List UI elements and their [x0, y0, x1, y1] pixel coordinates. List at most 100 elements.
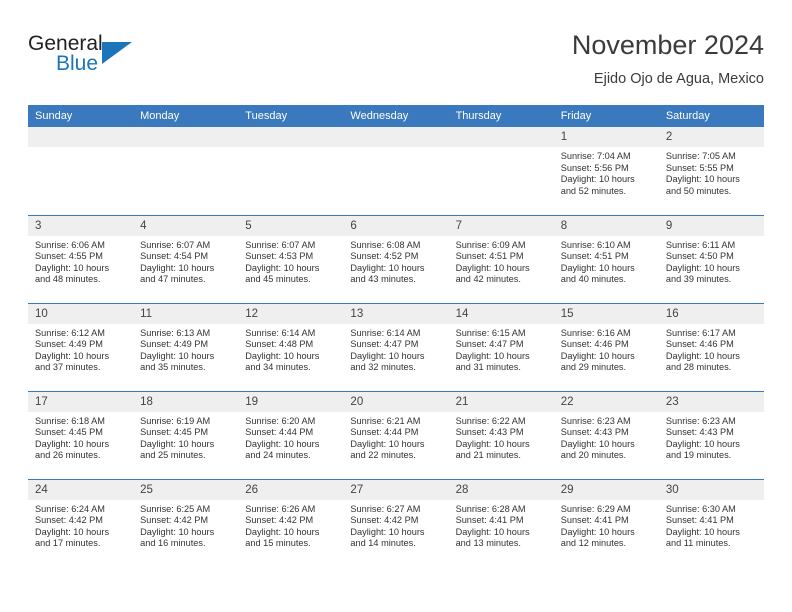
calendar-day-cell[interactable]: 24 Sunrise: 6:24 AM Sunset: 4:42 PM Dayligh…	[28, 478, 134, 567]
page-title: November 2024	[571, 30, 764, 60]
calendar-day-cell[interactable]: 21 Sunrise: 6:22 AM Sunset: 4:43 PM Dayligh…	[448, 390, 554, 479]
day-details: Sunrise: 6:22 AM Sunset: 4:43 PM Daylight:…	[449, 412, 554, 462]
calendar-day-cell[interactable]: 1 Sunrise: 7:04 AM Sunset: 5:56 PM Daylight…	[553, 127, 659, 215]
calendar-day-cell[interactable]: 2 Sunrise: 7:05 AM Sunset: 5:55 PM Daylight…	[658, 127, 764, 215]
day-number: 29	[553, 479, 659, 500]
daylight-text: Daylight: 10 hours and 31 minutes.	[455, 350, 530, 373]
daylight-text: Daylight: 10 hours and 28 minutes.	[665, 350, 740, 373]
day-details: Sunrise: 6:29 AM Sunset: 4:41 PM Daylight:…	[554, 500, 659, 550]
day-number: 13	[343, 303, 449, 324]
day-number: 17	[28, 391, 134, 412]
day-number: 18	[133, 391, 239, 412]
sunset-text: Sunset: 5:56 PM	[560, 162, 629, 173]
sunset-text: Sunset: 4:54 PM	[140, 251, 209, 262]
calendar-day-cell[interactable]: 25 Sunrise: 6:25 AM Sunset: 4:42 PM Dayligh…	[133, 478, 239, 567]
day-number: 5	[238, 215, 344, 236]
day-details: Sunrise: 6:19 AM Sunset: 4:45 PM Daylight:…	[133, 412, 238, 462]
daylight-text: Daylight: 10 hours and 52 minutes.	[560, 174, 635, 196]
daylight-text: Daylight: 10 hours and 13 minutes.	[455, 526, 530, 549]
day-details: Sunrise: 6:26 AM Sunset: 4:42 PM Daylight:…	[238, 500, 343, 550]
calendar-body: 1 Sunrise: 7:04 AM Sunset: 5:56 PM Daylight…	[28, 127, 764, 567]
sunrise-text: Sunrise: 6:23 AM	[560, 415, 631, 426]
calendar-day-cell[interactable]: 30 Sunrise: 6:30 AM Sunset: 4:41 PM Dayligh…	[658, 478, 764, 567]
daylight-text: Daylight: 10 hours and 37 minutes.	[35, 350, 110, 373]
day-number: 10	[28, 303, 134, 324]
daylight-text: Daylight: 10 hours and 26 minutes.	[35, 438, 110, 461]
day-details: Sunrise: 6:16 AM Sunset: 4:46 PM Daylight:…	[554, 324, 659, 374]
day-details: Sunrise: 6:28 AM Sunset: 4:41 PM Daylight:…	[449, 500, 554, 550]
sunrise-text: Sunrise: 6:14 AM	[245, 327, 316, 338]
day-number	[343, 127, 449, 147]
sunrise-text: Sunrise: 6:11 AM	[665, 239, 736, 250]
calendar-day-cell[interactable]: 27 Sunrise: 6:27 AM Sunset: 4:42 PM Dayligh…	[343, 478, 449, 567]
sunrise-text: Sunrise: 6:14 AM	[350, 327, 421, 338]
day-number: 15	[553, 303, 659, 324]
calendar-day-cell[interactable]: 20 Sunrise: 6:21 AM Sunset: 4:44 PM Dayligh…	[343, 390, 449, 479]
calendar-day-cell[interactable]: 11 Sunrise: 6:13 AM Sunset: 4:49 PM Dayligh…	[133, 302, 239, 391]
day-number: 25	[133, 479, 239, 500]
title-block: November 2024 Ejido Ojo de Agua, Mexico	[572, 28, 764, 90]
daylight-text: Daylight: 10 hours and 34 minutes.	[245, 350, 320, 373]
day-details: Sunrise: 6:06 AM Sunset: 4:55 PM Daylight:…	[28, 236, 133, 286]
calendar-day-cell[interactable]: 13 Sunrise: 6:14 AM Sunset: 4:47 PM Dayligh…	[343, 302, 449, 391]
sunrise-text: Sunrise: 6:27 AM	[350, 503, 421, 514]
weekday-header-tuesday: Tuesday	[238, 105, 344, 127]
calendar-day-cell[interactable]: 22 Sunrise: 6:23 AM Sunset: 4:43 PM Dayligh…	[553, 390, 659, 479]
calendar-day-cell[interactable]: 10 Sunrise: 6:12 AM Sunset: 4:49 PM Dayligh…	[28, 302, 134, 391]
daylight-text: Daylight: 10 hours and 24 minutes.	[245, 438, 320, 461]
daylight-text: Daylight: 10 hours and 22 minutes.	[350, 438, 425, 461]
sunset-text: Sunset: 4:43 PM	[455, 427, 524, 438]
daylight-text: Daylight: 10 hours and 48 minutes.	[35, 262, 110, 285]
daylight-text: Daylight: 10 hours and 15 minutes.	[245, 526, 320, 549]
calendar-day-cell[interactable]: 15 Sunrise: 6:16 AM Sunset: 4:46 PM Dayligh…	[553, 302, 659, 391]
day-details: Sunrise: 6:07 AM Sunset: 4:54 PM Daylight:…	[133, 236, 238, 286]
day-details: Sunrise: 6:11 AM Sunset: 4:50 PM Daylight:…	[659, 236, 764, 286]
day-number	[448, 127, 554, 147]
daylight-text: Daylight: 10 hours and 45 minutes.	[245, 262, 320, 285]
daylight-text: Daylight: 10 hours and 35 minutes.	[140, 350, 215, 373]
sunset-text: Sunset: 4:47 PM	[350, 339, 419, 350]
calendar-day-cell[interactable]: 8 Sunrise: 6:10 AM Sunset: 4:51 PM Daylight…	[553, 214, 659, 303]
calendar-day-cell[interactable]: 7 Sunrise: 6:09 AM Sunset: 4:51 PM Daylight…	[448, 214, 554, 303]
calendar-day-cell[interactable]: 3 Sunrise: 6:06 AM Sunset: 4:55 PM Daylight…	[28, 214, 134, 303]
calendar-day-cell[interactable]: 4 Sunrise: 6:07 AM Sunset: 4:54 PM Daylight…	[133, 214, 239, 303]
day-details: Sunrise: 6:07 AM Sunset: 4:53 PM Daylight:…	[238, 236, 343, 286]
calendar-page: General Blue November 2024 Ejido Ojo de …	[0, 0, 792, 612]
sunrise-text: Sunrise: 7:04 AM	[560, 151, 631, 161]
day-details: Sunrise: 6:08 AM Sunset: 4:52 PM Daylight:…	[343, 236, 448, 286]
daylight-text: Daylight: 10 hours and 16 minutes.	[140, 526, 215, 549]
calendar-day-cell[interactable]: 28 Sunrise: 6:28 AM Sunset: 4:41 PM Dayligh…	[448, 478, 554, 567]
daylight-text: Daylight: 10 hours and 29 minutes.	[560, 350, 635, 373]
calendar-weekday-header: Sunday Monday Tuesday Wednesday Thursday…	[28, 105, 764, 127]
sunset-text: Sunset: 4:42 PM	[35, 515, 103, 526]
sunset-text: Sunset: 4:55 PM	[35, 251, 103, 262]
day-number: 2	[658, 127, 764, 147]
daylight-text: Daylight: 10 hours and 32 minutes.	[350, 350, 425, 373]
calendar-day-cell[interactable]: 6 Sunrise: 6:08 AM Sunset: 4:52 PM Daylight…	[343, 214, 449, 303]
calendar-day-cell[interactable]: 16 Sunrise: 6:17 AM Sunset: 4:46 PM Dayligh…	[658, 302, 764, 391]
calendar-day-cell[interactable]: 23 Sunrise: 6:23 AM Sunset: 4:43 PM Dayligh…	[658, 390, 764, 479]
daylight-text: Daylight: 10 hours and 20 minutes.	[560, 438, 635, 461]
daylight-text: Daylight: 10 hours and 47 minutes.	[140, 262, 215, 285]
calendar-day-cell[interactable]: 26 Sunrise: 6:26 AM Sunset: 4:42 PM Dayligh…	[238, 478, 344, 567]
calendar-day-cell[interactable]: 14 Sunrise: 6:15 AM Sunset: 4:47 PM Dayligh…	[448, 302, 554, 391]
calendar-day-cell[interactable]: 29 Sunrise: 6:29 AM Sunset: 4:41 PM Dayligh…	[553, 478, 659, 567]
calendar-day-cell[interactable]: 12 Sunrise: 6:14 AM Sunset: 4:48 PM Dayligh…	[238, 302, 344, 391]
calendar-day-cell[interactable]: 17 Sunrise: 6:18 AM Sunset: 4:45 PM Dayligh…	[28, 390, 134, 479]
sunrise-text: Sunrise: 6:06 AM	[35, 239, 105, 250]
daylight-text: Daylight: 10 hours and 40 minutes.	[560, 262, 635, 285]
calendar-day-cell[interactable]: 5 Sunrise: 6:07 AM Sunset: 4:53 PM Daylight…	[238, 214, 344, 303]
general-blue-logo[interactable]: General Blue	[28, 32, 208, 86]
calendar-day-cell[interactable]: 19 Sunrise: 6:20 AM Sunset: 4:44 PM Dayligh…	[238, 390, 344, 479]
sunrise-text: Sunrise: 6:10 AM	[560, 239, 631, 250]
sunrise-text: Sunrise: 6:17 AM	[665, 327, 736, 338]
day-details: Sunrise: 6:25 AM Sunset: 4:42 PM Daylight:…	[133, 500, 238, 550]
calendar-day-cell[interactable]: 18 Sunrise: 6:19 AM Sunset: 4:45 PM Dayligh…	[133, 390, 239, 479]
sunrise-text: Sunrise: 6:07 AM	[245, 239, 316, 250]
day-details: Sunrise: 6:24 AM Sunset: 4:42 PM Daylight:…	[28, 500, 133, 550]
sunrise-text: Sunrise: 6:28 AM	[455, 503, 526, 514]
calendar-day-cell[interactable]: 9 Sunrise: 6:11 AM Sunset: 4:50 PM Daylight…	[658, 214, 764, 303]
day-number: 6	[343, 215, 449, 236]
daylight-text: Daylight: 10 hours and 50 minutes.	[665, 174, 740, 196]
sunset-text: Sunset: 4:43 PM	[560, 427, 629, 438]
